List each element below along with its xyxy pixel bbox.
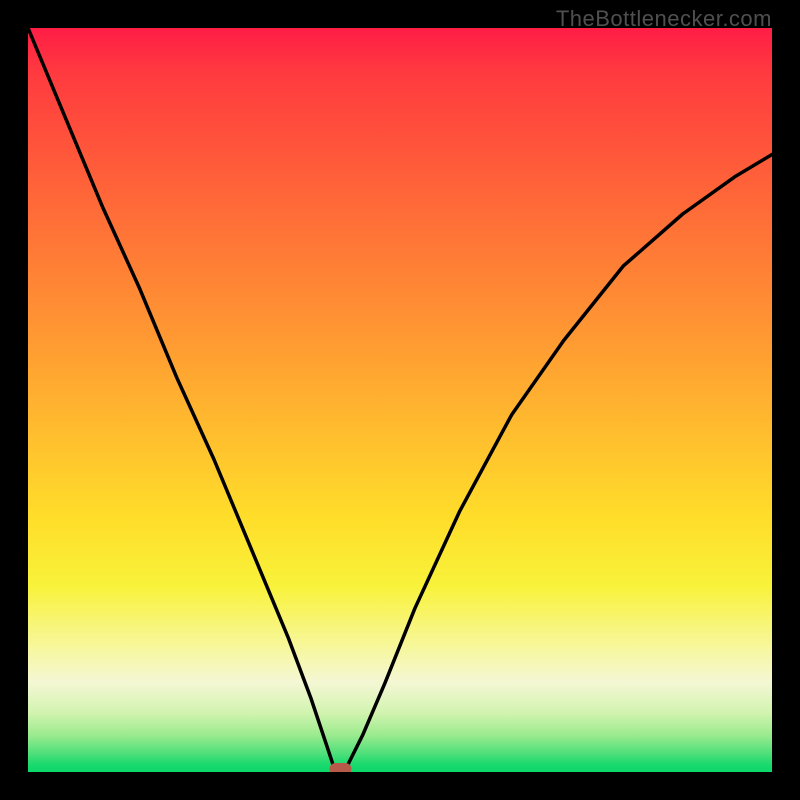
optimal-point-pill <box>330 763 352 772</box>
bottleneck-curve-path <box>28 28 772 772</box>
watermark-text: TheBottlenecker.com <box>556 6 772 32</box>
plot-area <box>28 28 772 772</box>
optimal-point-marker <box>330 763 352 772</box>
chart-frame: TheBottlenecker.com <box>0 0 800 800</box>
bottleneck-curve <box>28 28 772 772</box>
chart-svg <box>28 28 772 772</box>
